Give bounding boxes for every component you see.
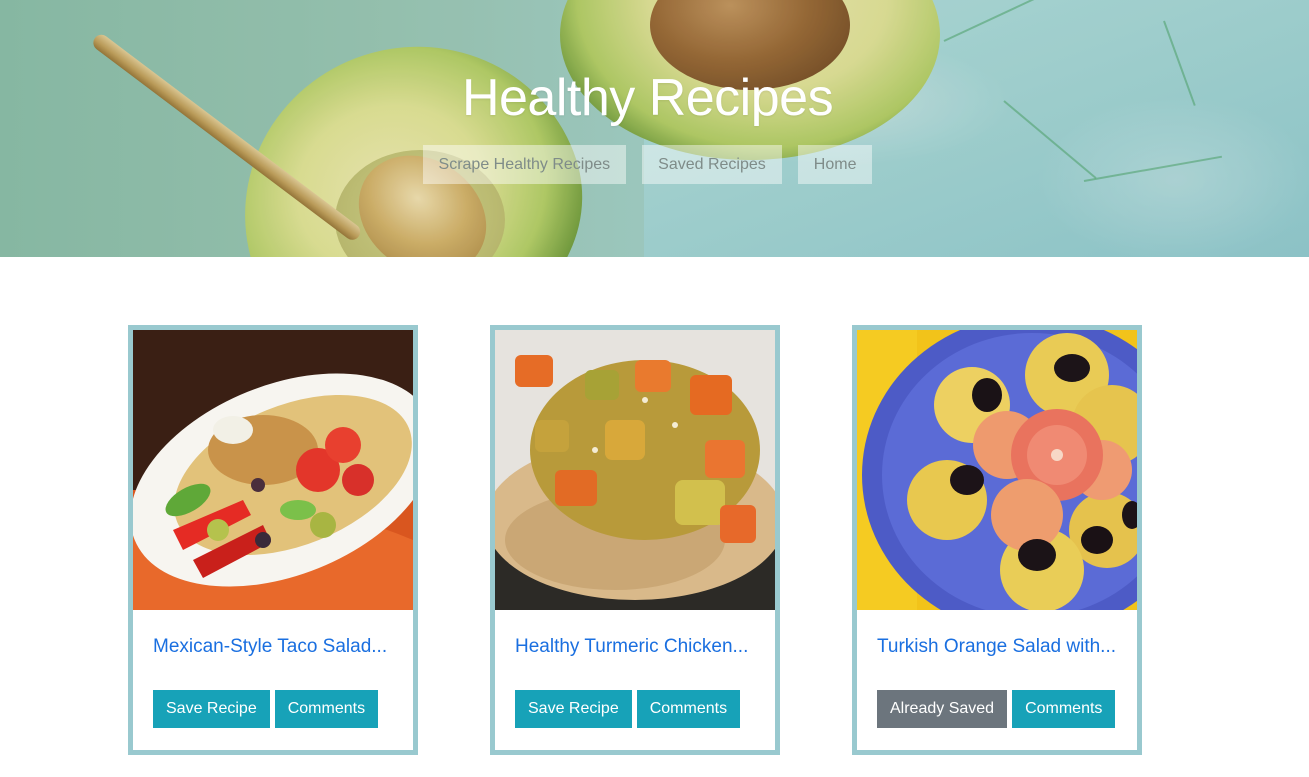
recipe-card: Mexican-Style Taco Salad... Save Recipe … — [128, 325, 418, 755]
recipe-title-link[interactable]: Turkish Orange Salad with... — [877, 636, 1122, 658]
recipe-photo-turmeric-chicken[interactable] — [495, 330, 775, 610]
recipe-card: Healthy Turmeric Chicken... Save Recipe … — [490, 325, 780, 755]
save-recipe-button[interactable]: Save Recipe — [515, 690, 632, 728]
page-title: Healthy Recipes — [461, 69, 834, 127]
recipe-actions: Save Recipe Comments — [153, 690, 379, 728]
recipe-card: Turkish Orange Salad with... Already Sav… — [852, 325, 1142, 755]
recipe-photo-orange-salad[interactable] — [857, 330, 1137, 610]
already-saved-button[interactable]: Already Saved — [877, 690, 1008, 728]
comments-button[interactable]: Comments — [274, 690, 379, 728]
save-recipe-button[interactable]: Save Recipe — [153, 690, 270, 728]
nav-home-button[interactable]: Home — [797, 145, 873, 184]
comments-button[interactable]: Comments — [1012, 690, 1116, 728]
comments-button[interactable]: Comments — [636, 690, 741, 728]
recipe-photo-taco-salad[interactable] — [133, 330, 413, 610]
hero-banner: Healthy Recipes Scrape Healthy Recipes S… — [0, 0, 1309, 257]
nav-saved-recipes-button[interactable]: Saved Recipes — [642, 145, 782, 184]
recipe-actions: Already Saved Comments — [877, 690, 1116, 728]
nav-scrape-button[interactable]: Scrape Healthy Recipes — [422, 145, 627, 184]
recipe-actions: Save Recipe Comments — [515, 690, 741, 728]
recipe-title-link[interactable]: Mexican-Style Taco Salad... — [153, 636, 398, 658]
recipe-title-link[interactable]: Healthy Turmeric Chicken... — [515, 636, 760, 658]
main-nav: Scrape Healthy Recipes Saved Recipes Hom… — [0, 145, 1295, 184]
